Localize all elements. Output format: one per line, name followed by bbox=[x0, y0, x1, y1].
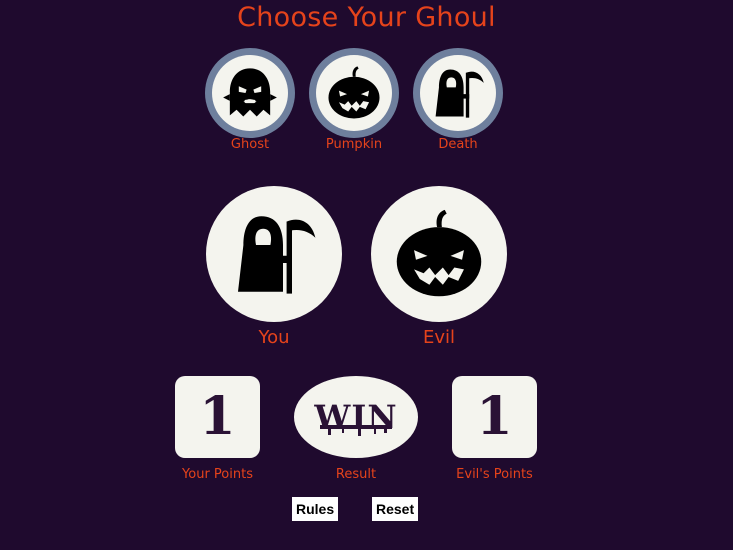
choice-pumpkin-button[interactable] bbox=[309, 48, 399, 138]
result-label: Result bbox=[335, 467, 377, 482]
reaper-icon bbox=[238, 216, 316, 294]
choice-death-button[interactable] bbox=[413, 48, 503, 138]
player-evil-label: Evil bbox=[422, 327, 456, 348]
player-you-disc bbox=[206, 186, 342, 322]
evil-points: 1 Evil's Points bbox=[452, 376, 537, 482]
pumpkin-icon bbox=[328, 66, 380, 119]
player-you: You bbox=[206, 186, 342, 348]
player-evil-disc bbox=[371, 186, 507, 322]
result: WIN Result bbox=[294, 376, 418, 482]
pumpkin-icon bbox=[396, 209, 482, 297]
choice-death[interactable]: Death bbox=[413, 48, 503, 152]
evil-points-value: 1 bbox=[452, 376, 537, 458]
result-value: WIN bbox=[314, 398, 397, 436]
your-points-value: 1 bbox=[175, 376, 260, 458]
rules-button[interactable]: Rules bbox=[292, 497, 339, 521]
choice-ghost-label: Ghost bbox=[230, 137, 270, 152]
your-points-label: Your Points bbox=[182, 467, 253, 482]
player-you-label: You bbox=[258, 327, 290, 348]
choice-pumpkin-label: Pumpkin bbox=[325, 137, 383, 152]
result-badge: WIN bbox=[294, 376, 418, 458]
evil-points-label: Evil's Points bbox=[456, 467, 533, 482]
reset-button[interactable]: Reset bbox=[372, 497, 419, 521]
choice-pumpkin[interactable]: Pumpkin bbox=[309, 48, 399, 152]
ghost-icon bbox=[223, 68, 277, 117]
player-evil: Evil bbox=[371, 186, 507, 348]
page-title: Choose Your Ghoul bbox=[237, 2, 496, 33]
reaper-icon bbox=[435, 69, 484, 118]
your-points: 1 Your Points bbox=[175, 376, 260, 482]
choice-ghost[interactable]: Ghost bbox=[205, 48, 295, 152]
choice-death-label: Death bbox=[438, 137, 478, 152]
choice-ghost-button[interactable] bbox=[205, 48, 295, 138]
